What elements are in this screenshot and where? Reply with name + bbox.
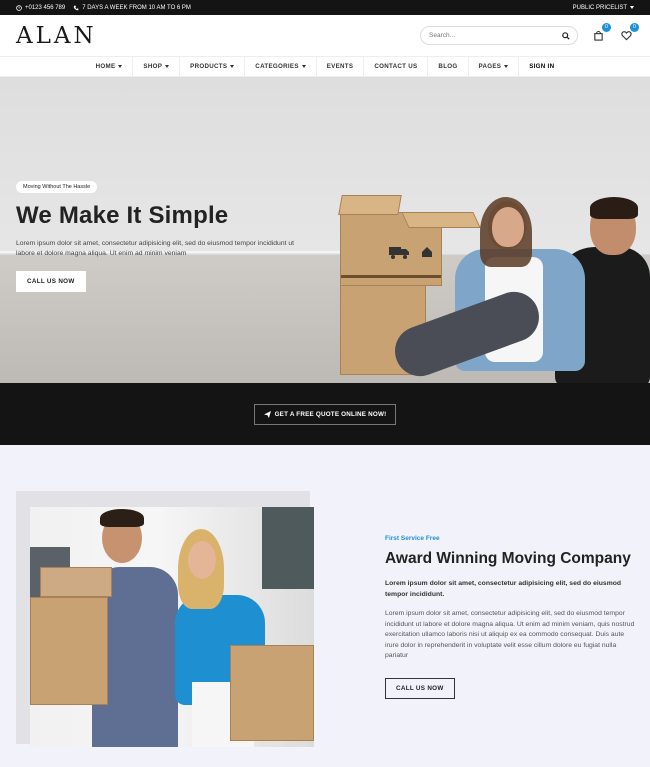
nav-categories[interactable]: CATEGORIES [244,57,315,76]
nav-sign-in-label: SIGN IN [529,63,555,70]
phone-number: +0123 456 789 [25,4,66,11]
search-box [420,26,578,45]
shopping-bag-icon [593,30,603,41]
woman-face [492,207,524,247]
about-body: Lorem ipsum dolor sit amet, consectetur … [385,610,635,659]
cart-count-badge: 0 [602,22,611,32]
nav-sign-in[interactable]: SIGN IN [518,57,564,76]
truck-icon [389,247,409,259]
about-title: Award Winning Moving Company [385,550,631,567]
nav-home-label: HOME [95,63,116,70]
nav-blog-label: BLOG [438,63,458,70]
hero-tagline-pill: Moving Without The Hassle [16,181,98,193]
chevron-down-icon [301,65,306,68]
nav-products[interactable]: PRODUCTS [179,57,244,76]
cart-button[interactable]: 0 [590,22,611,44]
about-lead: Lorem ipsum dolor sit amet, consectetur … [385,580,622,598]
search-icon[interactable] [562,31,570,40]
chevron-down-icon [165,65,170,68]
about-section: First Service Free Award Winning Moving … [0,445,650,767]
nav-pages-label: PAGES [478,63,502,70]
about-call-us-button[interactable]: CALL US NOW [385,677,455,699]
chevron-down-icon [504,65,509,68]
nav-events-label: EVENTS [326,63,354,70]
hero-content: Moving Without The Hassle We Make It Sim… [16,175,301,292]
hero-banner: Moving Without The Hassle We Make It Sim… [0,77,650,383]
nav-products-label: PRODUCTS [190,63,228,70]
pricelist-dropdown[interactable]: PUBLIC PRICELIST [573,5,634,11]
nav-categories-label: CATEGORIES [255,63,299,70]
phone-handset-icon [74,5,79,10]
couple-photo [30,507,314,747]
nav-shop[interactable]: SHOP [132,57,179,76]
free-quote-label: GET A FREE QUOTE ONLINE NOW! [274,410,387,418]
hours-info: 7 DAYS A WEEK FROM 10 AM TO 6 PM [73,5,191,11]
free-quote-button[interactable]: GET A FREE QUOTE ONLINE NOW! [253,403,397,425]
paper-plane-icon [263,410,271,418]
pricelist-label: PUBLIC PRICELIST [572,4,627,11]
nav-contact-us[interactable]: CONTACT US [363,57,427,76]
quote-cta-band: GET A FREE QUOTE ONLINE NOW! [0,383,650,445]
man-hair [590,197,638,219]
phone-info[interactable]: +0123 456 789 [16,5,65,11]
nav-events[interactable]: EVENTS [315,57,364,76]
site-header: ALAN 0 0 [0,15,650,57]
main-nav: HOME SHOP PRODUCTS CATEGORIES EVENTS CON… [0,57,650,77]
site-logo[interactable]: ALAN [16,23,97,49]
box-flap-left [338,195,402,215]
hero-title: We Make It Simple [16,202,229,229]
heart-icon [620,31,632,41]
nav-pages[interactable]: PAGES [467,57,519,76]
top-bar: +0123 456 789 7 DAYS A WEEK FROM 10 AM T… [0,0,650,15]
about-eyebrow: First Service Free [385,535,440,542]
chevron-down-icon [630,6,634,9]
hero-call-us-button[interactable]: CALL US NOW [16,271,86,292]
opening-hours: 7 DAYS A WEEK FROM 10 AM TO 6 PM [82,4,191,11]
nav-home[interactable]: HOME [86,57,133,76]
phone-icon [16,4,22,11]
chevron-down-icon [118,65,123,68]
about-content: First Service Free Award Winning Moving … [385,535,635,699]
hero-description: Lorem ipsum dolor sit amet, consectetur … [16,240,295,257]
nav-contact-label: CONTACT US [374,63,418,70]
search-input[interactable] [429,32,549,39]
nav-blog[interactable]: BLOG [427,57,467,76]
nav-shop-label: SHOP [143,63,163,70]
box-flap-right [401,212,481,228]
house-icon [422,247,432,257]
wishlist-count-badge: 0 [630,22,639,32]
wishlist-button[interactable]: 0 [618,22,639,44]
chevron-down-icon [230,65,235,68]
